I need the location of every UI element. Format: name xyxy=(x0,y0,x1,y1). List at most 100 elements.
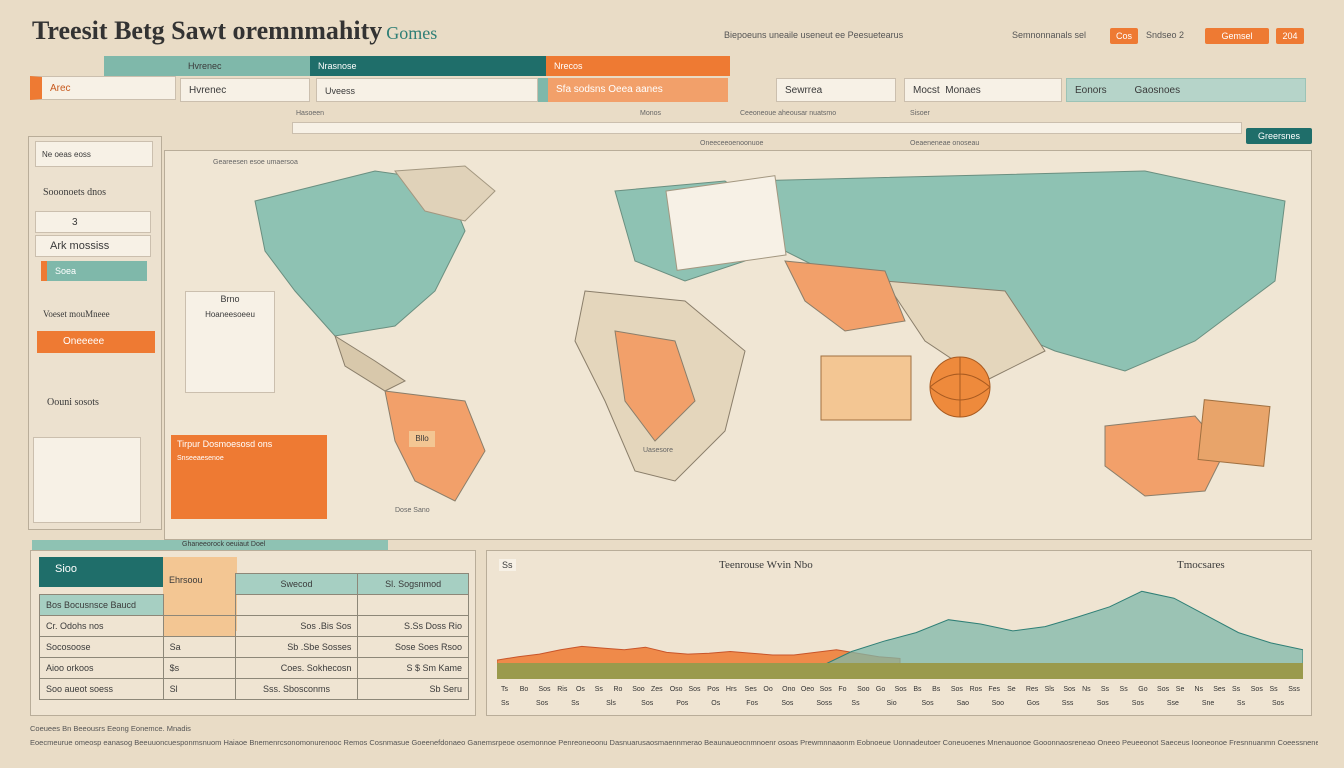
tab-t6[interactable]: Nrecos xyxy=(546,56,730,76)
table-row[interactable]: Aioo orkoos $s Coes. Sokhecosn S $ Sm Kame xyxy=(39,657,469,679)
chart-tick-label: Bs xyxy=(932,686,941,693)
area-chart[interactable]: Ts Bo Sos Ris Os Ss Ro Soo Zes Oso Sos Pos Hrs Ses Oo O… xyxy=(497,571,1303,715)
chart-tick-label: Sss xyxy=(1288,686,1300,693)
tab-t2[interactable]: Hvrenec xyxy=(180,56,310,76)
south-america xyxy=(384,390,486,502)
chart-tick-label: Pos xyxy=(676,700,689,707)
chart-tick-label: Sos xyxy=(641,700,654,707)
sidebar-field[interactable]: Ark mossiss xyxy=(35,235,151,257)
tab-blank[interactable] xyxy=(104,56,180,76)
field-f3[interactable]: Uveess xyxy=(316,78,538,102)
chart-tick-label: Sos xyxy=(538,686,551,693)
field-f5[interactable]: Sewrrea xyxy=(776,78,896,102)
sidebar-badge[interactable]: Soea xyxy=(41,261,147,281)
chart-tick-label: Soo xyxy=(632,686,645,693)
chart-tick-label: Sos xyxy=(820,686,833,693)
map-card-price: Brno xyxy=(220,294,240,304)
chart-tick-label: Se xyxy=(1176,686,1185,693)
promo-title: Tirpur Dosmoesosd ons xyxy=(177,439,273,449)
chart-tick-label: Ss xyxy=(1237,700,1246,707)
chart-title: Teenrouse Wvin Nbo xyxy=(719,559,813,571)
chart-tick-label: Sse xyxy=(1167,700,1179,707)
chart-tick-label: Ss xyxy=(1120,686,1129,693)
chart-tick-label: Sos xyxy=(1251,686,1264,693)
chart-tick-label: Sos xyxy=(1157,686,1170,693)
chart-tick-label: Bs xyxy=(913,686,922,693)
sidebar-vendor: Voeset mouMneee xyxy=(43,309,110,319)
chart-tick-label: Ns xyxy=(1082,686,1091,693)
chart-tick-label: Ss xyxy=(1270,686,1279,693)
table-row[interactable]: Bos Bocusnsce Baucd xyxy=(39,594,469,616)
top-meta-left: Biepoeuns uneaile useneut ee Peesuetearu… xyxy=(724,30,904,40)
chart-tick-label: Ris xyxy=(557,686,568,693)
chart-tick-label: Sls xyxy=(606,700,616,707)
chart-tick-label: Os xyxy=(711,700,720,707)
table-row[interactable]: Socosoose Sa Sb .Sbe Sosses Sose Soes Rsoo xyxy=(39,636,469,658)
chart-right-label: Tmocsares xyxy=(1177,559,1225,571)
top-pill-b[interactable]: Gemsel xyxy=(1205,28,1269,44)
sub-label-2: Monos xyxy=(640,110,662,117)
field-f6[interactable]: Mocst Monaes xyxy=(904,78,1062,102)
table-header-row: Swecod Sl. Sogsnmod xyxy=(40,573,469,595)
chart-corner: Ss xyxy=(499,559,516,571)
table-col2: Swecod xyxy=(234,573,359,595)
chart-tick-label: Soo xyxy=(992,700,1005,707)
chart-tick-label: Sos xyxy=(536,700,549,707)
chart-tick-label: Oo xyxy=(763,686,772,693)
sidebar-num: 3 xyxy=(35,211,151,233)
map-callout xyxy=(1197,399,1271,467)
sub-label-4: Sisoer xyxy=(910,110,930,117)
chart-tick-label: Hrs xyxy=(726,686,737,693)
top-pill-c[interactable]: 204 xyxy=(1276,28,1304,44)
chart-baseline-band xyxy=(497,663,1303,679)
field-f7[interactable]: Eonors Gaosnoes xyxy=(1066,78,1306,102)
chart-tick-label: Zes xyxy=(651,686,663,693)
chart-tick-label: Bo xyxy=(520,686,529,693)
chart-tick-label: Sos xyxy=(1097,700,1110,707)
chart-tick-label: Sne xyxy=(1202,700,1215,707)
chart-tick-label: Fes xyxy=(988,686,1000,693)
chart-tick-label: Os xyxy=(576,686,585,693)
chart-tick-label: Oso xyxy=(670,686,683,693)
app-title: Treesit Betg Sawt oremnmahity Gomes xyxy=(32,16,438,45)
map-label-top: Geareesen esoe umaersoa xyxy=(213,159,298,166)
africa-label: Uasesore xyxy=(643,447,673,454)
chart-panel: Ss Teenrouse Wvin Nbo Tmocsares Ts Bo Sos R… xyxy=(486,550,1312,716)
map-card[interactable]: Brno Hoaneesoeeu xyxy=(185,291,275,393)
search-bar[interactable] xyxy=(292,122,1242,134)
field-f1[interactable]: Arec xyxy=(30,76,176,100)
chart-tick-label: Ono xyxy=(782,686,795,693)
chart-tick-label: Fo xyxy=(838,686,846,693)
promo-sub: Snseeaesenoe xyxy=(177,455,224,462)
promo-card[interactable]: Tirpur Dosmoesosd ons Snseeaesenoe xyxy=(171,435,327,519)
sub-label-7[interactable]: Greersnes xyxy=(1246,128,1312,144)
table-row[interactable]: Soo aueot soess Sl Sss. Sbosconms Sb Seru xyxy=(39,678,469,700)
top-meta-right: Sndseo 2 xyxy=(1146,30,1185,40)
africa-card[interactable]: Bllo xyxy=(409,431,435,447)
tab-t4[interactable]: Nrasnose xyxy=(310,56,546,76)
chart-tick-label: Soss xyxy=(816,700,832,707)
map-card-sub: Hoaneesoeeu xyxy=(205,310,255,319)
table-row[interactable]: Cr. Odohs nos Sos .Bis Sos S.Ss Doss Rio xyxy=(39,615,469,637)
top-pill-a[interactable]: Cos xyxy=(1110,28,1138,44)
central-america xyxy=(334,334,406,392)
field-f2[interactable]: Hvrenec xyxy=(180,78,310,102)
field-f4[interactable]: Sfa sodsns Oeea aanes xyxy=(538,78,728,102)
chart-tick-label: Se xyxy=(1007,686,1016,693)
chart-tick-label: Sos xyxy=(895,686,908,693)
chart-tick-label: Sss xyxy=(1062,700,1074,707)
map-note-card xyxy=(820,355,912,421)
chart-tick-label: Sos xyxy=(922,700,935,707)
chart-tick-label: Sos xyxy=(781,700,794,707)
chart-tick-label: Ss xyxy=(501,700,510,707)
chart-tick-label: Ro xyxy=(613,686,622,693)
footer-line-1: Coeuees Bn Beeousrs Eeong Eonemce. Mnadi… xyxy=(30,724,191,733)
chart-tick-label: Ros xyxy=(970,686,983,693)
sub-label-1: Hasoeen xyxy=(296,110,325,117)
chart-tick-label: Oeo xyxy=(801,686,814,693)
world-map[interactable] xyxy=(165,151,1313,541)
top-meta-center: Semnonnanals sel xyxy=(1012,30,1087,40)
chart-tick-label: Ts xyxy=(501,686,509,693)
sidebar-price[interactable]: Oneeeee xyxy=(37,331,155,353)
chart-tick-label: Ss xyxy=(595,686,604,693)
